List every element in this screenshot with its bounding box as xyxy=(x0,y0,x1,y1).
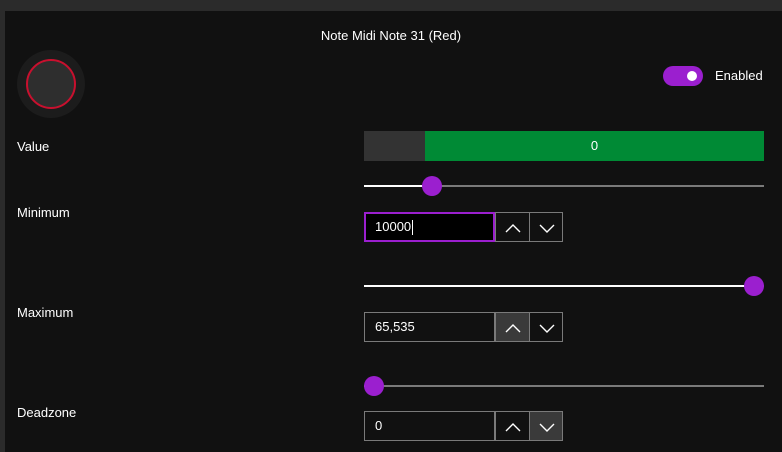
slider-thumb[interactable] xyxy=(422,176,442,196)
slider-fill xyxy=(364,285,754,287)
value-bar: 0 xyxy=(364,131,764,161)
maximum-decrement-button[interactable] xyxy=(529,312,563,342)
minimum-label: Minimum xyxy=(17,205,70,220)
value-readout: 0 xyxy=(590,138,599,153)
enabled-label: Enabled xyxy=(715,68,763,83)
minimum-decrement-button[interactable] xyxy=(529,212,563,242)
maximum-slider[interactable] xyxy=(364,275,764,297)
slider-thumb[interactable] xyxy=(364,376,384,396)
value-label: Value xyxy=(17,139,50,154)
chevron-down-icon xyxy=(539,324,555,333)
deadzone-input[interactable]: 0 xyxy=(364,411,495,441)
maximum-stepper: 65,535 xyxy=(364,312,564,342)
deadzone-slider[interactable] xyxy=(364,375,764,397)
toggle-knob xyxy=(687,71,697,81)
minimum-input[interactable]: 10000 xyxy=(364,212,495,242)
deadzone-decrement-button[interactable] xyxy=(529,411,563,441)
minimum-slider[interactable] xyxy=(364,175,764,197)
chevron-down-icon xyxy=(539,224,555,233)
chevron-up-icon xyxy=(505,324,521,333)
deadzone-label: Deadzone xyxy=(17,405,77,420)
deadzone-increment-button[interactable] xyxy=(495,411,529,441)
enabled-toggle[interactable] xyxy=(663,66,703,86)
maximum-input[interactable]: 65,535 xyxy=(364,312,495,342)
deadzone-stepper: 0 xyxy=(364,411,564,441)
note-indicator-ring xyxy=(26,59,76,109)
chevron-up-icon xyxy=(505,224,521,233)
minimum-increment-button[interactable] xyxy=(495,212,529,242)
page-title: Note Midi Note 31 (Red) xyxy=(320,28,462,43)
chevron-up-icon xyxy=(505,423,521,432)
minimum-stepper: 10000 xyxy=(364,212,564,242)
maximum-label: Maximum xyxy=(17,305,74,320)
slider-thumb[interactable] xyxy=(744,276,764,296)
chevron-down-icon xyxy=(539,423,555,432)
maximum-increment-button[interactable] xyxy=(495,312,529,342)
slider-track xyxy=(364,385,764,387)
